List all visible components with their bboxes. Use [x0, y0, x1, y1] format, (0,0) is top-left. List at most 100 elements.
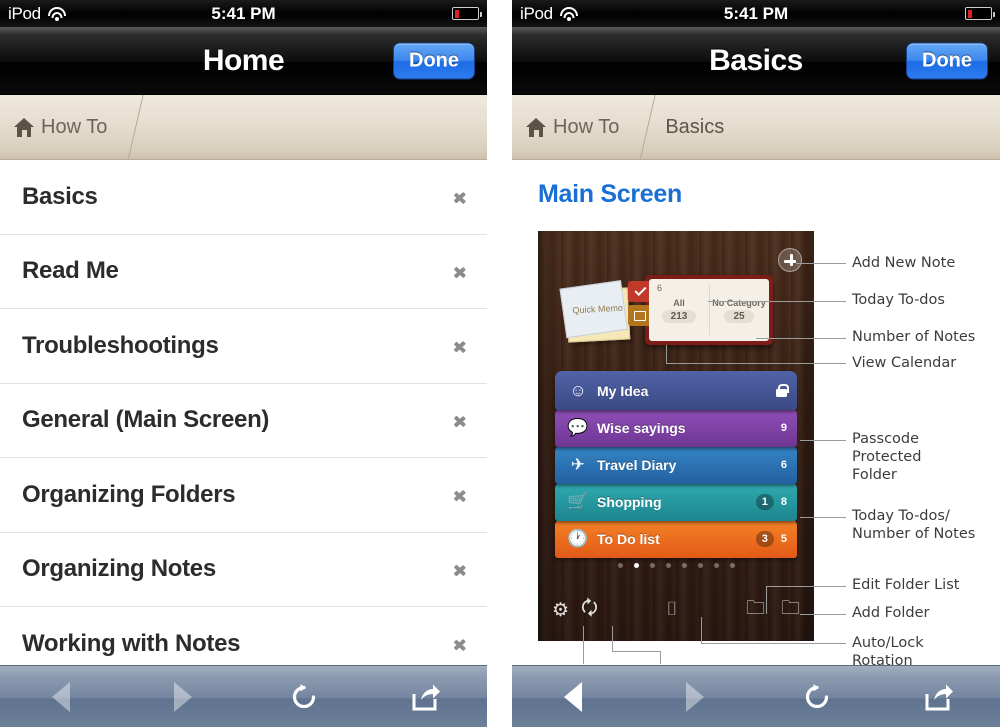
leader-line [796, 263, 846, 265]
chevron-right-icon [454, 186, 469, 208]
done-button[interactable]: Done [906, 42, 988, 79]
bottom-toolbar-left [0, 665, 487, 727]
breadcrumb-item-howto[interactable]: How To [0, 95, 123, 159]
section-heading: Main Screen [538, 180, 682, 208]
leader-line [766, 586, 768, 614]
summary-card-inner: 6 All 213 No Category 25 [649, 279, 769, 341]
list-item-label: General (Main Screen) [22, 406, 270, 434]
chevron-right-icon [454, 633, 469, 655]
battery-low-icon [965, 7, 995, 20]
list-item-label: Organizing Notes [22, 555, 216, 583]
share-button[interactable] [878, 666, 1000, 727]
forward-arrow-icon [686, 681, 704, 712]
reload-button[interactable] [756, 666, 878, 727]
quick-memo-sticker: Quick Memo [565, 287, 631, 343]
app-tab-bar: ⚙ 🗘 ⌷ 🗀 🗀 [538, 593, 814, 627]
gear-icon: ⚙ [552, 599, 570, 621]
breadcrumb: How To Basics [512, 95, 1000, 160]
folder-row: ☺ My Idea [555, 371, 797, 410]
breadcrumb-item-howto[interactable]: How To [512, 95, 635, 159]
column-title: All [673, 297, 685, 308]
leader-line [708, 301, 846, 303]
note-count: 9 [780, 421, 787, 434]
list-item[interactable]: Organizing Folders [0, 458, 487, 533]
plus-icon [778, 248, 802, 272]
summary-column-no-category: No Category 25 [709, 279, 769, 341]
list-item-label: Read Me [22, 257, 119, 285]
share-arrow-icon [411, 683, 441, 711]
back-arrow-icon [564, 681, 582, 712]
chat-icon: 💬 [567, 418, 589, 437]
status-bar-right: iPod 5:41 PM [512, 0, 1000, 27]
leader-line [701, 617, 703, 644]
breadcrumb-item-current[interactable]: Basics [635, 95, 740, 159]
folder-badges: 3 5 [755, 530, 787, 547]
battery-low-icon [452, 7, 482, 20]
leader-line [701, 643, 846, 645]
folder-badges: 1 8 [755, 493, 787, 510]
smiley-icon: ☺ [569, 381, 587, 400]
page-title: Home [202, 43, 285, 77]
note-count: 6 [780, 458, 787, 471]
back-arrow-icon [51, 681, 70, 712]
breadcrumb-label: Basics [665, 115, 725, 138]
folder-name: Wise sayings [597, 419, 686, 436]
annotation-label: View Calendar [852, 355, 957, 371]
howto-topic-list: Basics Read Me Troubleshootings General … [0, 160, 487, 682]
status-bar-clock: 5:41 PM [723, 3, 789, 23]
status-bar-right-group [452, 7, 482, 20]
annotation-label: Add New Note [852, 255, 956, 271]
sync-icon: 🗘 [581, 598, 598, 619]
carrier-label: iPod [520, 3, 553, 23]
annotation-label: Today To-dos/ Number of Notes [852, 508, 976, 542]
forward-button[interactable] [634, 666, 756, 727]
back-button[interactable] [0, 666, 122, 727]
chevron-right-icon [454, 409, 469, 431]
reload-arrow-icon [289, 682, 319, 712]
folder-name: My Idea [597, 382, 649, 399]
edit-folder-icon: 🗀 [745, 598, 765, 619]
chevron-right-icon [454, 484, 469, 506]
folder-name: Travel Diary [597, 456, 677, 473]
list-item[interactable]: Troubleshootings [0, 309, 487, 384]
folder-list: ☺ My Idea 💬 Wise sayings 9 ✈ Travel Diar… [555, 371, 797, 558]
reload-button[interactable] [244, 666, 366, 727]
annotated-figure: Quick Memo 6 All 213 No Category 25 ☺ My… [538, 231, 978, 685]
list-item[interactable]: Organizing Notes [0, 533, 487, 607]
bottom-toolbar-right [512, 665, 1000, 727]
home-icon [14, 117, 34, 137]
leader-line [766, 586, 846, 588]
nav-bar-left: Home Done [0, 27, 487, 95]
done-button[interactable]: Done [393, 42, 475, 79]
today-todo-count: 1 [755, 493, 774, 510]
list-item[interactable]: Read Me [0, 235, 487, 309]
clock-icon: 🕐 [567, 529, 589, 548]
folder-row: 🛒 Shopping 1 8 [555, 482, 797, 521]
folder-name: Shopping [597, 493, 662, 510]
note-count: 8 [780, 495, 787, 508]
breadcrumb-label: How To [553, 115, 620, 138]
leader-line [666, 345, 668, 364]
list-item-label: Basics [22, 182, 98, 210]
leader-line [800, 440, 846, 442]
folder-name: To Do list [597, 530, 660, 547]
back-button[interactable] [512, 666, 634, 727]
status-bar-left-group: iPod [8, 4, 67, 24]
today-todos-count: 6 [657, 283, 663, 293]
panel-divider [487, 0, 512, 727]
leader-line [800, 517, 846, 519]
airplane-icon: ✈ [570, 455, 586, 474]
list-item[interactable]: General (Main Screen) [0, 384, 487, 458]
folder-row: 💬 Wise sayings 9 [555, 408, 797, 447]
list-item[interactable]: Basics [0, 160, 487, 235]
forward-button[interactable] [122, 666, 244, 727]
today-todo-count: 3 [755, 530, 774, 547]
folder-badges: 6 [781, 459, 787, 471]
breadcrumb: How To [0, 95, 487, 160]
note-count: 5 [780, 532, 787, 545]
folder-row: 🕐 To Do list 3 5 [555, 519, 797, 558]
list-item-label: Working with Notes [22, 629, 241, 657]
share-button[interactable] [365, 666, 487, 727]
annotation-label: Add Folder [852, 605, 930, 621]
rotation-lock-icon: ⌷ [666, 599, 678, 620]
